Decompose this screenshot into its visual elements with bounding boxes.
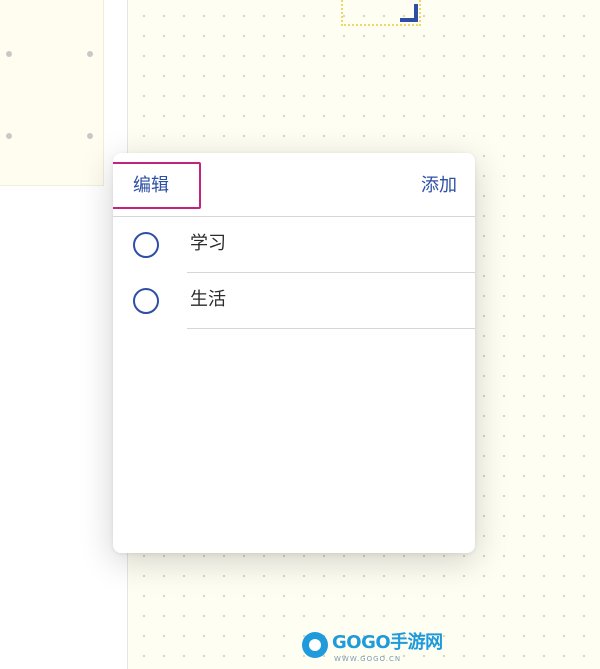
left-panel xyxy=(0,0,128,669)
category-popover: 编辑 添加 学习 生活 xyxy=(113,153,475,553)
thumbnail-dot xyxy=(87,133,93,139)
category-list: 学习 生活 xyxy=(113,217,475,329)
resize-handle-icon[interactable] xyxy=(400,4,418,22)
list-item-label: 生活 xyxy=(190,289,226,310)
list-item-life[interactable]: 生活 xyxy=(113,273,475,329)
left-page-thumbnail[interactable] xyxy=(0,0,104,186)
watermark-brand: GOGO手游网 xyxy=(332,632,443,653)
add-button[interactable]: 添加 xyxy=(421,175,457,197)
thumbnail-dot xyxy=(87,51,93,57)
thumbnail-dot xyxy=(6,51,12,57)
gogo-logo-icon xyxy=(302,632,328,658)
radio-circle-icon[interactable] xyxy=(133,232,159,258)
popover-header: 编辑 添加 xyxy=(113,153,475,217)
radio-circle-icon[interactable] xyxy=(133,288,159,314)
list-item-study[interactable]: 学习 xyxy=(113,217,475,273)
list-item-label: 学习 xyxy=(190,233,226,254)
edit-button[interactable]: 编辑 xyxy=(133,175,169,197)
thumbnail-dot xyxy=(6,133,12,139)
divider xyxy=(187,328,475,329)
watermark-url: WWW.GOGO.CN xyxy=(334,655,402,663)
